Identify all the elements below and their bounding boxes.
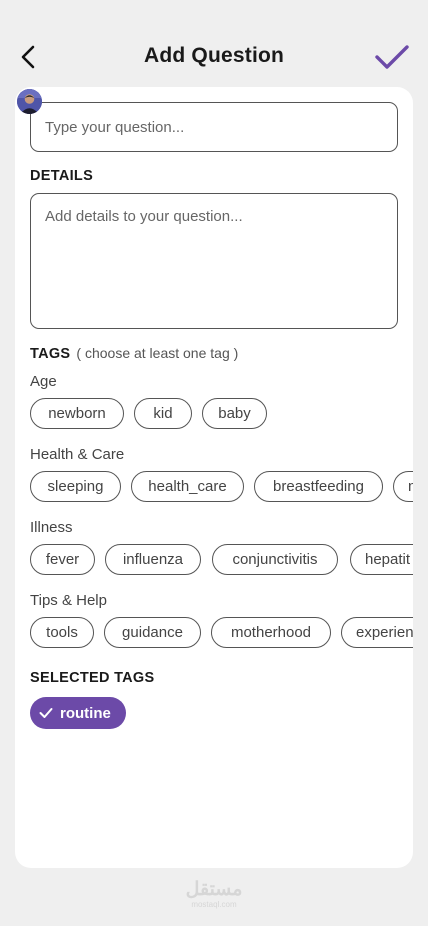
tag-chip[interactable]: kid [134,398,192,429]
category-label-tips-help: Tips & Help [30,592,107,609]
tag-chip[interactable]: experien [341,617,413,648]
tags-hint: ( choose at least one tag ) [76,345,239,361]
tag-chip[interactable]: influenza [105,544,201,575]
user-avatar-icon [17,89,42,114]
details-label: DETAILS [30,168,94,184]
selected-tag-label: routine [60,704,111,722]
category-label-health-care: Health & Care [30,446,125,463]
question-input[interactable] [30,102,398,152]
check-icon [39,708,53,718]
tag-chip[interactable]: sleeping [30,471,121,502]
avatar [17,89,42,114]
category-label-illness: Illness [30,519,73,536]
watermark-url: mostaql.com [191,900,237,909]
check-icon [375,45,409,69]
tag-chip[interactable]: tools [30,617,94,648]
tag-chip[interactable]: baby [202,398,267,429]
tag-chip[interactable]: newborn [30,398,124,429]
category-label-age: Age [30,373,57,390]
tag-chip[interactable]: motherhood [211,617,331,648]
confirm-button[interactable] [372,40,412,74]
tag-chip[interactable]: guidance [104,617,201,648]
tag-chip[interactable]: fever [30,544,95,575]
tag-chip[interactable]: breastfeeding [254,471,383,502]
tag-chip[interactable]: hepatit [350,544,413,575]
app-header: Add Question [0,0,428,90]
tags-label-row: TAGS ( choose at least one tag ) [30,345,238,362]
watermark-logo: مستقل [185,879,243,900]
tags-label: TAGS [30,346,71,362]
tag-chip[interactable]: conjunctivitis [212,544,338,575]
page-title: Add Question [143,44,285,67]
tag-chip[interactable]: health_care [131,471,244,502]
selected-tags-label: SELECTED TAGS [30,670,155,686]
watermark: مستقل mostaql.com [0,879,428,910]
details-textarea[interactable] [30,193,398,329]
selected-tag-chip[interactable]: routine [30,697,126,729]
